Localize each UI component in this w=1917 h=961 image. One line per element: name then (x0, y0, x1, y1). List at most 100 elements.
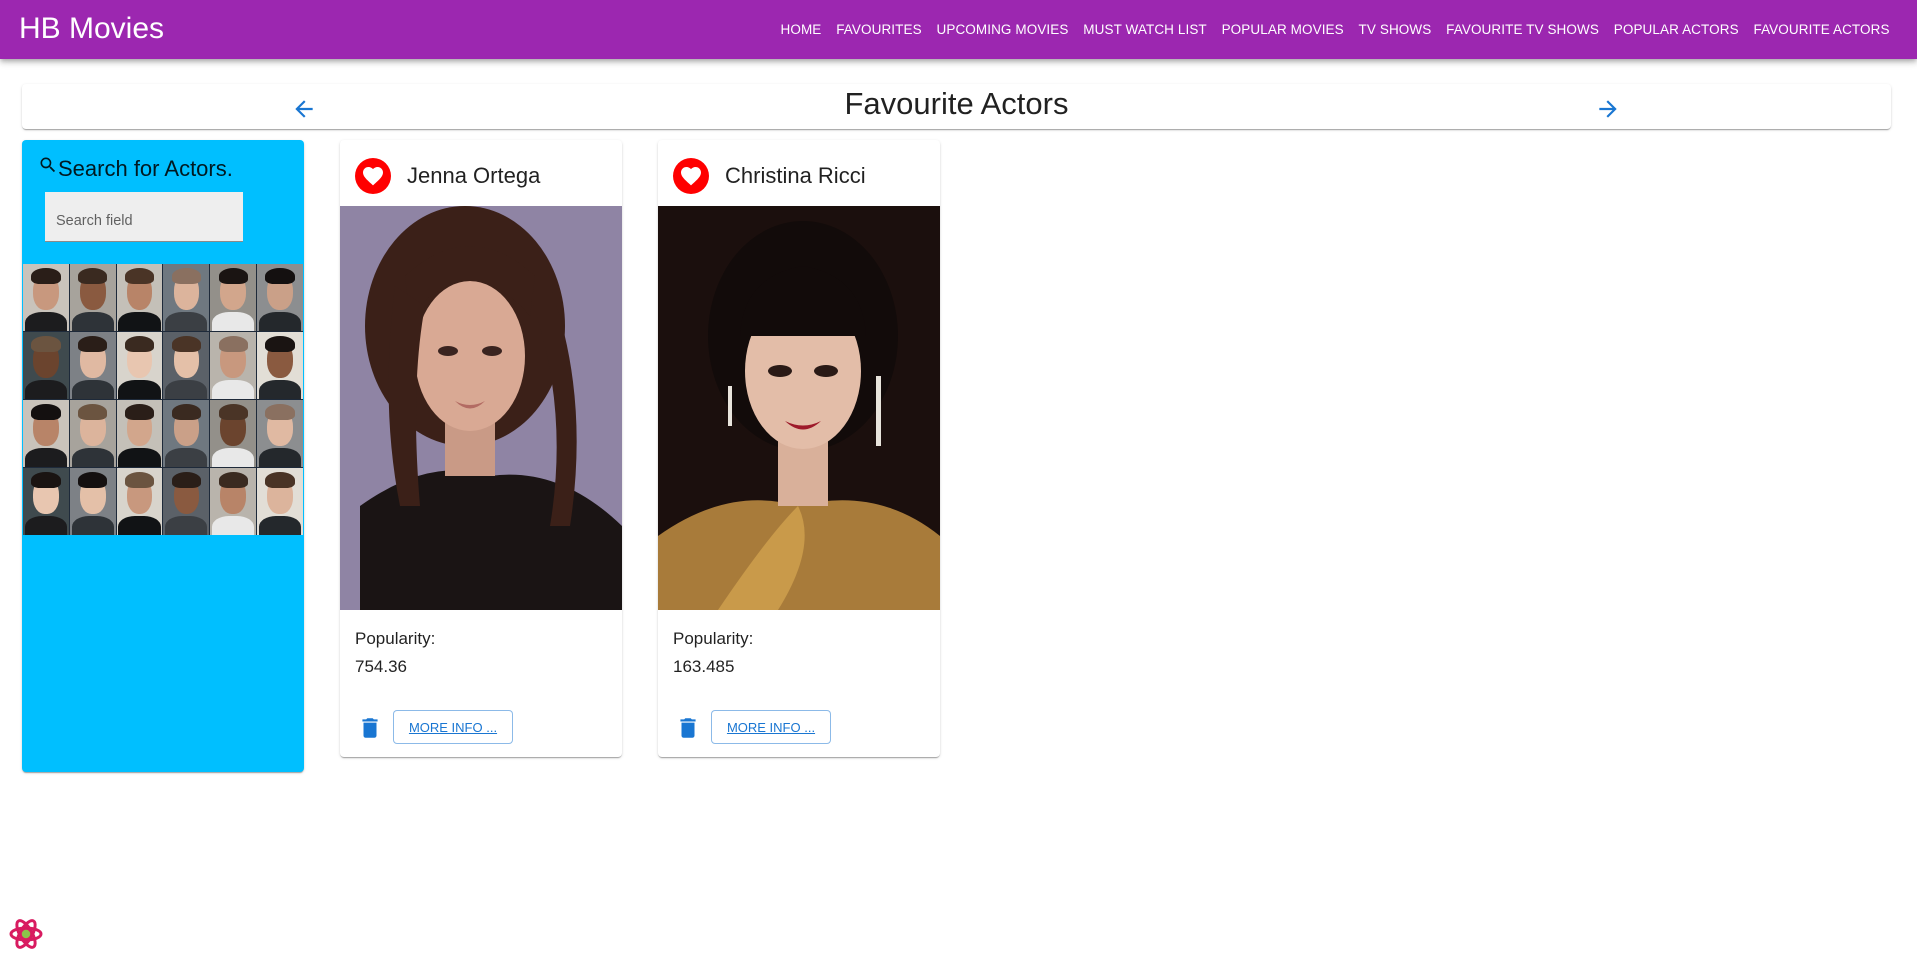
thumbnail-body (258, 312, 302, 331)
search-input[interactable] (45, 192, 243, 242)
actor-card: Christina Ricci Popularity: 163.485 MORE… (658, 140, 940, 757)
actor-thumbnail[interactable] (210, 332, 257, 399)
nav-popular-actors[interactable]: POPULAR ACTORS (1606, 16, 1746, 43)
thumbnail-body (24, 380, 67, 399)
search-icon (40, 157, 56, 173)
actor-thumbnail[interactable] (210, 400, 257, 467)
forward-button[interactable] (1588, 89, 1628, 129)
thumbnail-hair (124, 472, 155, 489)
react-devtools-button[interactable] (8, 916, 44, 957)
thumbnail-body (258, 448, 302, 467)
card-header: Jenna Ortega (355, 156, 540, 196)
actor-thumbnail[interactable] (69, 468, 116, 535)
thumbnail-body (212, 312, 255, 331)
actor-thumbnail[interactable] (23, 264, 69, 331)
actor-thumbnail[interactable] (23, 468, 69, 535)
thumbnail-hair (265, 268, 295, 285)
actor-thumbnail[interactable] (257, 400, 303, 467)
thumbnail-hair (218, 336, 248, 353)
react-devtools-icon (9, 919, 43, 949)
delete-button[interactable] (357, 714, 383, 747)
popularity-label: Popularity: (355, 629, 436, 648)
thumbnail-hair (265, 336, 295, 353)
actor-name: Jenna Ortega (407, 163, 541, 188)
thumbnail-hair (218, 404, 248, 421)
thumbnail-hair (124, 404, 155, 421)
thumbnail-hair (31, 268, 61, 285)
actor-thumbnail[interactable] (23, 400, 69, 467)
nav-must-watch-list[interactable]: MUST WATCH LIST (1076, 16, 1214, 43)
actor-thumbnail[interactable] (116, 468, 163, 535)
actor-card: Jenna Ortega Popularity: 754.36 MORE INF… (340, 140, 622, 757)
thumbnail-hair (78, 268, 108, 285)
thumbnail-body (165, 380, 208, 399)
thumbnail-body (165, 448, 208, 467)
nav-favourite-tv-shows[interactable]: FAVOURITE TV SHOWS (1439, 16, 1607, 43)
thumbnail-hair (218, 472, 248, 489)
thumbnail-body (212, 380, 255, 399)
actor-thumbnail[interactable] (116, 264, 163, 331)
popularity-value: 163.485 (673, 657, 735, 676)
nav-popular-movies[interactable]: POPULAR MOVIES (1214, 16, 1351, 43)
thumbnail-body (71, 516, 114, 535)
thumbnail-hair (171, 268, 202, 285)
nav-home[interactable]: HOME (773, 16, 829, 43)
actor-thumbnail[interactable] (210, 264, 257, 331)
delete-button[interactable] (675, 714, 701, 747)
back-button[interactable] (284, 89, 324, 129)
actor-thumbnail[interactable] (69, 400, 116, 467)
actor-thumbnail[interactable] (69, 332, 116, 399)
actor-name: Christina Ricci (725, 163, 866, 188)
popularity-value: 754.36 (355, 657, 407, 676)
actor-thumbnail[interactable] (210, 468, 257, 535)
nav-upcoming-movies[interactable]: UPCOMING MOVIES (929, 16, 1076, 43)
actor-thumbnail[interactable] (163, 264, 210, 331)
actor-thumbnail[interactable] (257, 264, 303, 331)
thumbnail-body (71, 380, 114, 399)
thumbnail-hair (124, 268, 155, 285)
thumbnail-body (118, 312, 161, 331)
actor-thumbnail[interactable] (116, 400, 163, 467)
thumbnail-hair (265, 472, 295, 489)
thumbnail-body (24, 312, 67, 331)
actor-photo-grid (23, 264, 303, 535)
thumbnail-body (24, 448, 67, 467)
thumbnail-hair (31, 404, 61, 421)
heart-icon (681, 167, 701, 186)
thumbnail-hair (171, 404, 202, 421)
nav-favourite-actors[interactable]: FAVOURITE ACTORS (1746, 16, 1897, 43)
actor-thumbnail[interactable] (116, 332, 163, 399)
thumbnail-hair (265, 404, 295, 421)
thumbnail-body (212, 448, 255, 467)
thumbnail-hair (78, 404, 108, 421)
thumbnail-hair (31, 472, 61, 489)
thumbnail-hair (171, 336, 202, 353)
thumbnail-hair (171, 472, 202, 489)
brand-title: HB Movies (19, 12, 165, 45)
arrow-back-icon (295, 100, 313, 118)
nav-tv-shows[interactable]: TV SHOWS (1351, 16, 1439, 43)
thumbnail-body (258, 380, 302, 399)
card-header: Christina Ricci (673, 156, 866, 196)
actor-photo (340, 206, 622, 610)
search-heading: Search for Actors. (38, 156, 233, 182)
more-info-button[interactable]: MORE INFO ... (711, 710, 831, 744)
actor-thumbnail[interactable] (257, 468, 303, 535)
actor-thumbnail[interactable] (69, 264, 116, 331)
thumbnail-body (258, 516, 302, 535)
actor-thumbnail[interactable] (23, 332, 69, 399)
trash-icon (362, 718, 378, 738)
thumbnail-hair (78, 336, 108, 353)
main-nav: HOME FAVOURITES UPCOMING MOVIES MUST WAT… (773, 0, 1897, 59)
more-info-button[interactable]: MORE INFO ... (393, 710, 513, 744)
actor-thumbnail[interactable] (163, 468, 210, 535)
thumbnail-body (71, 312, 114, 331)
arrow-forward-icon (1599, 100, 1617, 118)
actor-thumbnail[interactable] (163, 400, 210, 467)
actor-thumbnail[interactable] (257, 332, 303, 399)
heart-icon (363, 167, 383, 186)
nav-favourites[interactable]: FAVOURITES (829, 16, 929, 43)
popularity-label: Popularity: (673, 629, 754, 648)
actor-thumbnail[interactable] (163, 332, 210, 399)
thumbnail-hair (218, 268, 248, 285)
